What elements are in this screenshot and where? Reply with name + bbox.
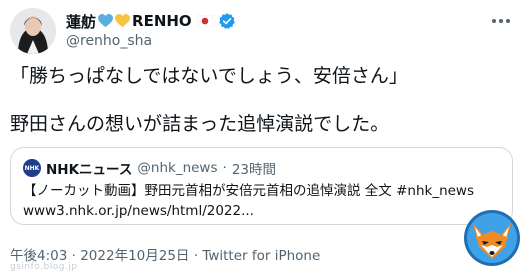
tweet-meta: 午後4:03 · 2022年10月25日 · Twitter for iPhon… [10,244,320,264]
author-avatar[interactable] [10,8,56,54]
quoted-author-handle: @nhk_news [137,160,218,176]
quoted-timestamp: 23時間 [231,162,276,178]
yellow-heart-icon [115,14,130,28]
quoted-header: NHK NHKニュース @nhk_news · 23時間 [23,158,276,178]
tweet-source[interactable]: Twitter for iPhone [202,248,320,264]
verified-badge-icon [218,13,235,29]
quoted-link[interactable]: www3.nhk.or.jp/news/html/2022... [23,201,503,221]
ellipsis-icon[interactable] [489,11,513,31]
nhk-logo-icon: NHK [23,159,41,177]
quoted-tweet[interactable]: NHK NHKニュース @nhk_news · 23時間 【ノーカット動画】野田… [10,147,513,225]
quoted-body: 【ノーカット動画】野田元首相が安倍元首相の追悼演説 全文 #nhk_news w… [23,181,503,221]
tweet-line-2: 野田さんの想いが詰まった追悼演説でした。 [10,113,390,135]
japan-flag-icon [196,15,213,27]
blue-heart-icon [98,14,113,28]
tweet-header: 蓮舫 RENHO @renho_sha [10,8,515,54]
quoted-text: 【ノーカット動画】野田元首相が安倍元首相の追悼演説 全文 #nhk_news [23,183,475,199]
fox-logo-icon [463,209,521,267]
quoted-separator: · [222,160,227,176]
author-name-prefix: 蓮舫 [66,12,97,31]
author-name-suffix: RENHO [132,12,192,30]
tweet-text: 「勝ちっぱなしではないでしょう、安倍さん」 野田さんの想いが詰まった追悼演説でし… [10,64,515,136]
quoted-author-name: NHKニュース [46,162,133,178]
author-handle[interactable]: @renho_sha [66,33,152,49]
tweet-date[interactable]: 2022年10月25日 [80,248,189,264]
nhk-logo-text: NHK [24,164,40,172]
author-name-row[interactable]: 蓮舫 RENHO [66,11,236,31]
meta-separator-2: · [193,248,199,264]
tweet-line-1: 「勝ちっぱなしではないでしょう、安倍さん」 [10,65,408,87]
